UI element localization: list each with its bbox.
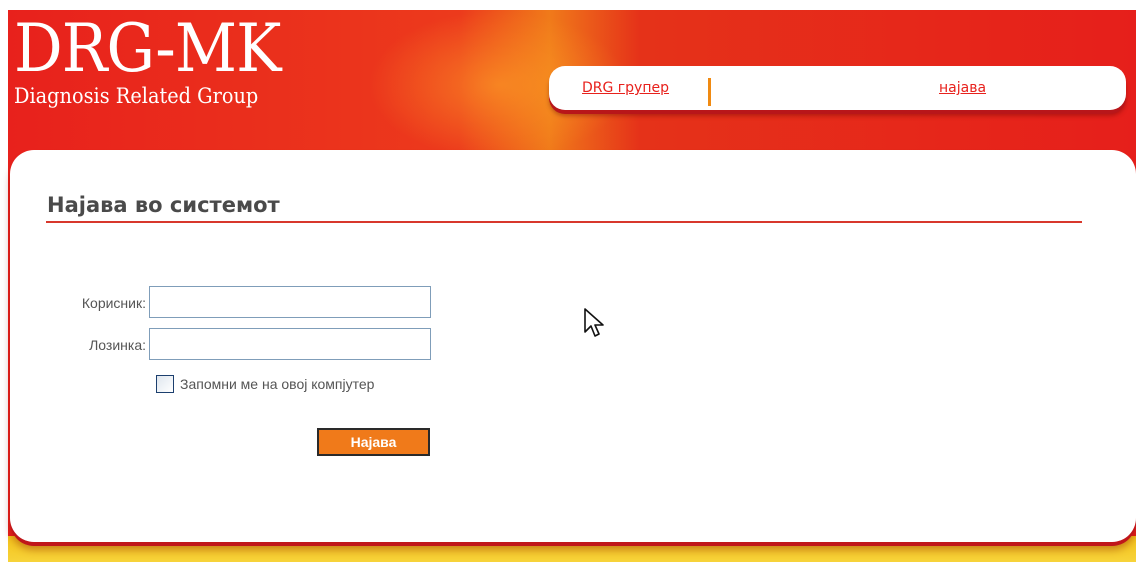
remember-me-checkbox[interactable] [156, 375, 174, 393]
mouse-pointer-icon [584, 308, 604, 337]
password-input[interactable] [149, 328, 431, 360]
nav-link-drg-grouper[interactable]: DRG групер [582, 80, 669, 96]
remember-me-option[interactable]: Запомни ме на овој компјутер [156, 375, 374, 393]
logo-title: DRG-MK [14, 10, 281, 87]
nav-link-login[interactable]: најава [939, 80, 986, 96]
login-button[interactable]: Најава [317, 428, 430, 456]
password-label: Лозинка: [89, 337, 146, 353]
page-title: Најава во системот [47, 193, 280, 217]
logo-subtitle: Diagnosis Related Group [14, 84, 259, 108]
site-logo[interactable]: DRG-MK Diagnosis Related Group [14, 10, 304, 109]
title-divider [46, 221, 1082, 223]
username-input[interactable] [149, 286, 431, 318]
username-label: Корисник: [81, 295, 146, 311]
nav-separator [708, 78, 711, 106]
login-card: Најава во системот Корисник: Лозинка: За… [10, 150, 1136, 542]
remember-me-label[interactable]: Запомни ме на овој компјутер [180, 376, 374, 392]
top-navigation: DRG групер најава [549, 66, 1126, 110]
